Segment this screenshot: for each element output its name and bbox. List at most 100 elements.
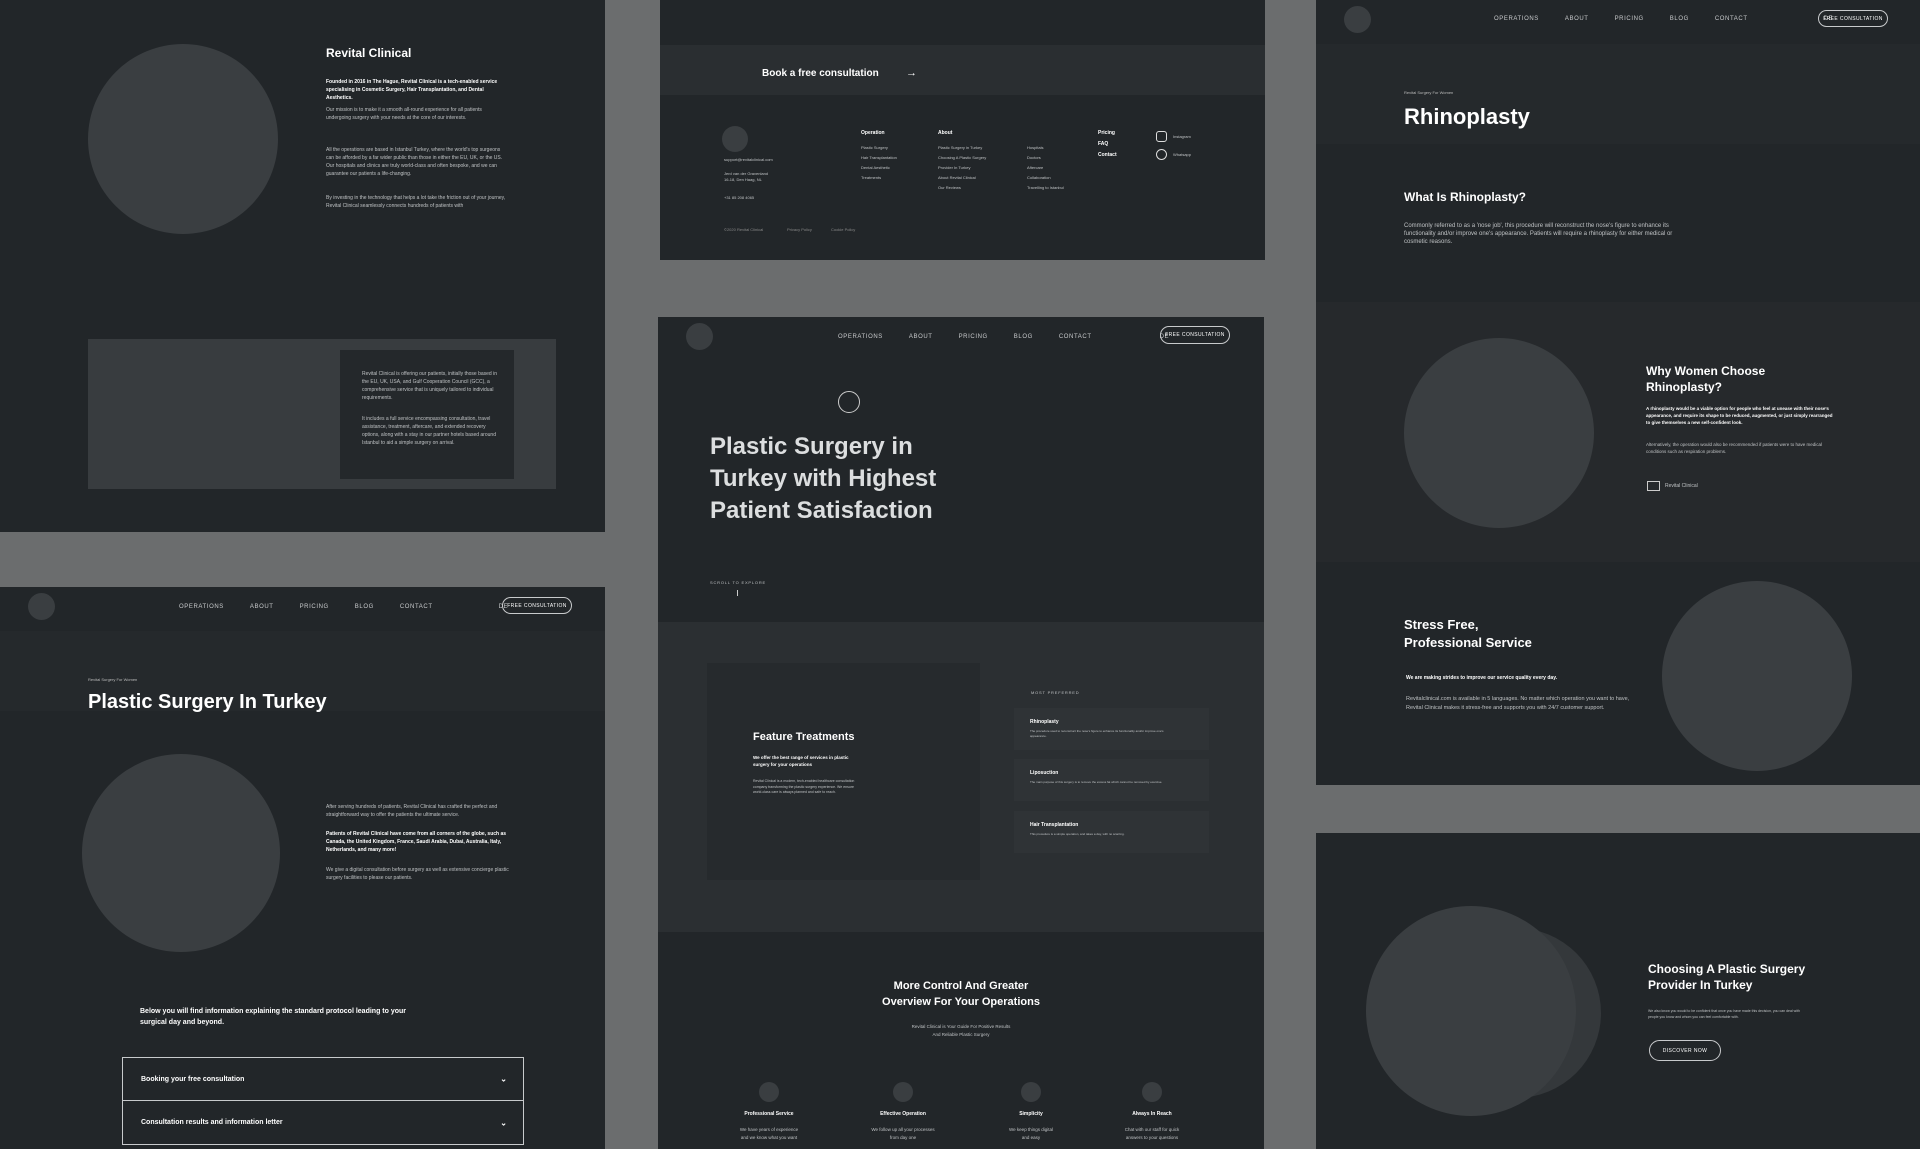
hero-headline: Plastic Surgery in Turkey with Highest P… bbox=[710, 431, 936, 527]
what-body: Commonly referred to as a 'nose job', th… bbox=[1404, 223, 1673, 245]
nav-contact[interactable]: CONTACT bbox=[400, 604, 433, 610]
footer-cta-link[interactable]: Book a free consultation bbox=[762, 68, 879, 79]
footer-link-faq[interactable]: FAQ bbox=[1098, 141, 1108, 147]
site-logo[interactable] bbox=[28, 593, 55, 620]
footer-link[interactable]: Hospitals bbox=[1027, 144, 1043, 152]
feature-item-desc-line2: and we know what you want bbox=[740, 1135, 798, 1140]
feature-item-desc-line1: We have years of experience bbox=[739, 1127, 799, 1132]
nav-operations[interactable]: OPERATIONS bbox=[179, 604, 224, 610]
choose-title-line2: Provider In Turkey bbox=[1648, 978, 1753, 992]
footer-link[interactable]: Provider In Turkey bbox=[938, 164, 970, 172]
instagram-icon[interactable] bbox=[1156, 131, 1167, 142]
nav-about[interactable]: ABOUT bbox=[909, 334, 933, 340]
free-consultation-button[interactable]: FREE CONSULTATION bbox=[1818, 10, 1888, 27]
footer-link-pricing[interactable]: Pricing bbox=[1098, 130, 1115, 136]
protocol-intro: Below you will find information explaini… bbox=[140, 1008, 407, 1026]
choose-body: We also know you would to be confident t… bbox=[1648, 1009, 1800, 1019]
footer-link[interactable]: Collaboration bbox=[1027, 174, 1051, 182]
treatment-desc: The procedure used to reconstruct the no… bbox=[1030, 729, 1164, 738]
control-sub: Revital Clinical is Your Guide For Posit… bbox=[658, 1023, 1264, 1039]
discover-now-button[interactable]: DISCOVER NOW bbox=[1649, 1040, 1721, 1061]
scroll-hint: SCROLL TO EXPLORE bbox=[710, 580, 766, 585]
feature-icon bbox=[1142, 1082, 1162, 1102]
footer-link[interactable]: Travelling to Istanbul bbox=[1027, 184, 1064, 192]
social-whatsapp[interactable]: Whatsapp bbox=[1173, 151, 1191, 159]
nav-operations[interactable]: OPERATIONS bbox=[838, 334, 883, 340]
hero-panel: OPERATIONS ABOUT PRICING BLOG CONTACT DE… bbox=[658, 317, 1264, 1149]
free-consultation-button[interactable]: FREE CONSULTATION bbox=[502, 597, 572, 614]
feature-item-desc-line2: answers to your questions bbox=[1125, 1135, 1179, 1140]
treatment-name: Rhinoplasty bbox=[1030, 719, 1059, 725]
image-placeholder bbox=[88, 44, 278, 234]
footer-link[interactable]: Plastic Surgery bbox=[861, 144, 888, 152]
hero-line1: Plastic Surgery in bbox=[710, 433, 913, 460]
nav-blog[interactable]: BLOG bbox=[1014, 334, 1033, 340]
footer-email[interactable]: support@revitalclinical.com bbox=[724, 156, 773, 164]
turkey-panel: OPERATIONS ABOUT PRICING BLOG CONTACT DE… bbox=[0, 587, 605, 1149]
top-nav: OPERATIONS ABOUT PRICING BLOG CONTACT DE bbox=[838, 334, 1195, 340]
site-logo[interactable] bbox=[1344, 6, 1371, 33]
control-sub-line2: And Reliable Plastic Surgery bbox=[932, 1032, 990, 1037]
stress-body: Revitalclinical.com is available in 5 la… bbox=[1406, 696, 1630, 711]
nav-operations[interactable]: OPERATIONS bbox=[1494, 16, 1539, 22]
footer-link[interactable]: Dental Aesthetic bbox=[861, 164, 890, 172]
why-title-line1: Why Women Choose bbox=[1646, 364, 1766, 378]
image-placeholder bbox=[82, 754, 280, 952]
stress-lead: We are making strides to improve our ser… bbox=[1406, 675, 1557, 681]
turkey-p1: After serving hundreds of patients, Revi… bbox=[326, 804, 498, 818]
footer-link[interactable]: Treatments bbox=[861, 174, 881, 182]
nav-blog[interactable]: BLOG bbox=[355, 604, 374, 610]
treatment-name: Liposuction bbox=[1030, 770, 1059, 776]
site-logo[interactable] bbox=[686, 323, 713, 350]
footer-link[interactable]: Hair Transplantation bbox=[861, 154, 897, 162]
chevron-down-icon: ⌄ bbox=[500, 1074, 507, 1084]
nav-about[interactable]: ABOUT bbox=[1565, 16, 1589, 22]
feature-item-title: Effective Operation bbox=[880, 1111, 926, 1117]
page-title: Rhinoplasty bbox=[1404, 104, 1530, 129]
feature-item-desc: We keep things digital and easy bbox=[971, 1126, 1091, 1142]
footer-link[interactable]: Our Reviews bbox=[938, 184, 961, 192]
social-instagram[interactable]: Instagram bbox=[1173, 133, 1191, 141]
control-title: More Control And Greater Overview For Yo… bbox=[658, 978, 1264, 1010]
play-icon[interactable] bbox=[838, 391, 860, 413]
accordion-results[interactable]: Consultation results and information let… bbox=[122, 1101, 524, 1145]
scroll-line bbox=[737, 590, 738, 596]
about-para2: All the operations are based in Istanbul… bbox=[326, 147, 503, 177]
free-consultation-button[interactable]: FREE CONSULTATION bbox=[1160, 326, 1230, 344]
nav-pricing[interactable]: PRICING bbox=[300, 604, 329, 610]
footer-link[interactable]: Aftercare bbox=[1027, 164, 1043, 172]
footer-link[interactable]: Choosing A Plastic Surgery bbox=[938, 154, 986, 162]
footer-cta-band bbox=[660, 45, 1265, 95]
footer-privacy[interactable]: Privacy Policy bbox=[787, 226, 812, 234]
nav-contact[interactable]: CONTACT bbox=[1059, 334, 1092, 340]
what-title: What Is Rhinoplasty? bbox=[1404, 190, 1527, 204]
accordion-booking[interactable]: Booking your free consultation ⌄ bbox=[122, 1057, 524, 1101]
footer-link[interactable]: Plastic Surgery in Turkey bbox=[938, 144, 982, 152]
arrow-right-icon[interactable]: → bbox=[906, 67, 917, 79]
footer-link-contact[interactable]: Contact bbox=[1098, 152, 1117, 158]
feature-item-desc-line2: and easy bbox=[1021, 1135, 1041, 1140]
whatsapp-icon[interactable] bbox=[1156, 149, 1167, 160]
about-para3: By investing in the technology that help… bbox=[326, 195, 506, 209]
footer-phone[interactable]: +31 85 208 4065 bbox=[724, 194, 754, 202]
feature-item-desc: Chat with our staff for quick answers to… bbox=[1092, 1126, 1212, 1142]
nav-pricing[interactable]: PRICING bbox=[1615, 16, 1644, 22]
image-placeholder bbox=[1366, 906, 1576, 1116]
rhino-panel: OPERATIONS ABOUT PRICING BLOG CONTACT DE… bbox=[1316, 0, 1920, 785]
footer-link[interactable]: Doctors bbox=[1027, 154, 1041, 162]
footer-panel: Book a free consultation → support@revit… bbox=[660, 0, 1265, 260]
footer-cookie[interactable]: Cookie Policy bbox=[831, 226, 855, 234]
nav-pricing[interactable]: PRICING bbox=[959, 334, 988, 340]
nav-about[interactable]: ABOUT bbox=[250, 604, 274, 610]
chevron-down-icon: ⌄ bbox=[500, 1118, 507, 1127]
feature-icon bbox=[759, 1082, 779, 1102]
nav-contact[interactable]: CONTACT bbox=[1715, 16, 1748, 22]
stress-title: Stress Free, Professional Service bbox=[1404, 616, 1532, 652]
about-mission: Our mission is to make it a smooth all-r… bbox=[326, 107, 482, 121]
nav-blog[interactable]: BLOG bbox=[1670, 16, 1689, 22]
treatment-desc: The main purpose of this surgery is to r… bbox=[1030, 780, 1163, 784]
turkey-p3: We give a digital consultation before su… bbox=[326, 867, 509, 881]
stress-title-line1: Stress Free, bbox=[1404, 617, 1479, 632]
image-placeholder bbox=[1662, 581, 1852, 771]
footer-link[interactable]: About Revital Clinical bbox=[938, 174, 976, 182]
